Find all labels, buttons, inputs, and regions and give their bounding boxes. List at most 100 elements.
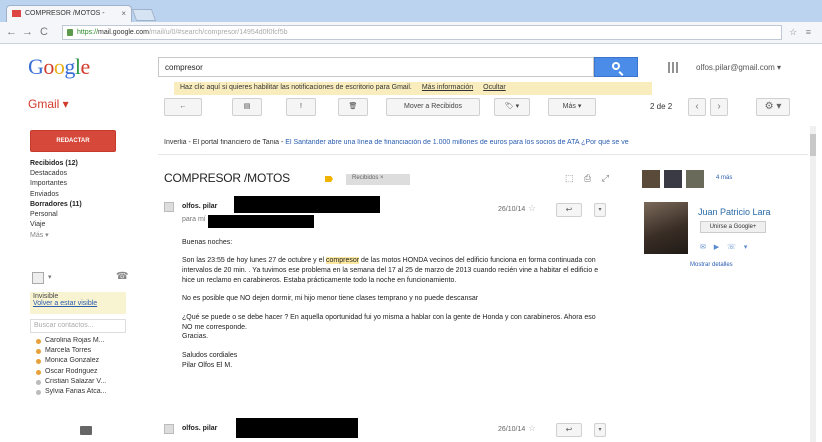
ad-line[interactable]: Inverlia - El portal financiero de Tania…	[164, 139, 806, 146]
chat-contact[interactable]: Cristian Salazar V...	[36, 378, 140, 388]
notify-hide-link[interactable]: Ocultar	[483, 84, 506, 91]
redaction-bar	[208, 215, 314, 228]
nav-drafts[interactable]: Borradores (11)	[30, 201, 140, 211]
account-menu[interactable]: olfos.pilar@gmail.com ▾	[696, 63, 781, 72]
nav-more[interactable]: Más ▾	[30, 231, 140, 241]
thread-subject: COMPRESOR /MOTOS	[164, 171, 290, 185]
status-dot-icon	[36, 369, 41, 375]
contact-name: Cristian Salazar V...	[45, 377, 107, 385]
compose-button[interactable]: REDACTAR	[30, 130, 116, 152]
address-bar[interactable]: https://mail.google.com/mail/u/0/#search…	[62, 25, 782, 40]
reload-icon[interactable]: C	[40, 26, 48, 38]
delete-button[interactable]: 🗑	[338, 98, 368, 116]
body-paragraph: ¿Qué se puede o se debe hacer ? En aquel…	[182, 313, 606, 342]
labels-button[interactable]: 🏷 ▾	[494, 98, 530, 116]
scrollbar[interactable]	[810, 126, 816, 442]
notify-more-link[interactable]: Más información	[422, 84, 473, 91]
body-paragraph: Buenas noches:	[182, 238, 606, 248]
show-details-link[interactable]: Mostrar detalles	[690, 262, 733, 268]
chat-avatar[interactable]	[32, 272, 44, 284]
contact-name: Marcela Torres	[45, 347, 92, 355]
chat-controls: ▾ ☎	[30, 268, 134, 288]
contact-name[interactable]: Juan Patricio Lara	[698, 207, 771, 217]
settings-button[interactable]: ⚙ ▾	[756, 98, 790, 116]
body-text: Buenas noches:	[182, 239, 233, 246]
body-text: Gracias.	[182, 333, 209, 341]
gmail-favicon-icon	[12, 10, 21, 17]
message-more-button[interactable]: ▾	[594, 203, 606, 217]
participants-avatars	[642, 170, 708, 190]
contact-name: Monica Gonzalez	[45, 357, 100, 365]
tab-close-icon[interactable]: ×	[121, 9, 126, 18]
inbox-label-chip[interactable]: Recibidos ×	[346, 174, 410, 185]
message-date: 26/10/14	[498, 426, 526, 433]
chat-bubble-icon[interactable]	[80, 426, 92, 435]
body-text: Son las 23:55 de hoy lunes 27 de octubre…	[182, 257, 326, 265]
back-arrow-icon[interactable]: ←	[6, 26, 17, 38]
url-scheme: https://	[77, 29, 99, 36]
important-marker-icon[interactable]	[325, 176, 333, 182]
redaction-bar	[234, 196, 380, 213]
contact-search-input[interactable]: Buscar contactos...	[30, 319, 126, 333]
search-button[interactable]	[594, 57, 638, 77]
apps-grid-icon[interactable]	[668, 62, 679, 73]
star-icon[interactable]: ☆	[528, 203, 536, 214]
newer-button[interactable]: ‹	[688, 98, 706, 116]
gmail-menu[interactable]: Gmail ▾	[28, 97, 69, 111]
nav-starred[interactable]: Destacados	[30, 170, 140, 180]
browser-tab[interactable]: COMPRESOR /MOTOS - ×	[6, 5, 132, 22]
google-logo[interactable]: Google	[28, 54, 90, 80]
ad-source: Inverlia - El portal financiero de Tania…	[164, 139, 284, 146]
message-sender[interactable]: olfos. pilar	[182, 203, 217, 210]
thread-actions-icons[interactable]: ⬚ ⎙ ⤢	[565, 173, 613, 184]
more-actions-button[interactable]: Más ▾	[548, 98, 596, 116]
invisible-label: Invisible	[33, 293, 59, 300]
report-spam-button[interactable]: !	[286, 98, 316, 116]
ad-text[interactable]: El Santander abre una línea de financiac…	[285, 139, 579, 146]
message-date: 26/10/14	[498, 206, 526, 213]
lock-icon	[67, 29, 73, 36]
back-to-results-button[interactable]: ←	[164, 98, 202, 116]
nav-important[interactable]: Importantes	[30, 180, 140, 190]
more-participants-link[interactable]: 4 más	[716, 175, 732, 181]
reply-button[interactable]: ↩	[556, 203, 582, 217]
message-more-button[interactable]: ▾	[594, 423, 606, 437]
participant-avatar[interactable]	[686, 170, 704, 188]
join-google-plus-button[interactable]: Unirse a Google+	[700, 221, 766, 233]
chat-contact[interactable]: Carolina Rojas M...	[36, 337, 140, 347]
participant-avatar[interactable]	[664, 170, 682, 188]
older-button[interactable]: ›	[710, 98, 728, 116]
notify-text[interactable]: Haz clic aquí si quieres habilitar las n…	[180, 84, 412, 91]
ad-why-link[interactable]: ¿Por qué se ve	[581, 139, 628, 146]
reply-button[interactable]: ↩	[556, 423, 582, 437]
chat-contact-list: Carolina Rojas M... Marcela Torres Monic…	[36, 337, 140, 398]
contact-action-icons[interactable]: ✉ ▶ ☏ ▾	[700, 243, 750, 251]
search-input[interactable]: compresor	[158, 57, 594, 77]
chat-contact[interactable]: Oscar Rodriguez	[36, 368, 140, 378]
move-to-inbox-button[interactable]: Mover a Recibidos	[386, 98, 480, 116]
scrollbar-thumb[interactable]	[810, 134, 816, 156]
chat-status-dropdown[interactable]: ▾	[48, 273, 52, 281]
star-menu-icons[interactable]: ☆ ≡	[789, 27, 814, 38]
new-tab-button[interactable]	[131, 9, 157, 21]
nav-personal[interactable]: Personal	[30, 211, 140, 221]
chat-contact[interactable]: Marcela Torres	[36, 347, 140, 357]
phone-icon[interactable]: ☎	[116, 271, 128, 282]
message-sender[interactable]: olfos. pilar	[182, 425, 217, 432]
chat-contact[interactable]: Sylvia Farias Atca...	[36, 388, 140, 398]
participant-avatar[interactable]	[642, 170, 660, 188]
message-recipient[interactable]: para mí	[182, 216, 206, 223]
chat-contact[interactable]: Monica Gonzalez	[36, 357, 140, 367]
nav-inbox[interactable]: Recibidos (12)	[30, 160, 140, 170]
go-visible-link[interactable]: Volver a estar visible	[33, 300, 126, 307]
contact-photo	[644, 202, 688, 254]
status-dot-icon	[36, 379, 41, 385]
forward-arrow-icon[interactable]: →	[22, 26, 33, 38]
nav-travel[interactable]: Viaje	[30, 221, 140, 231]
star-icon[interactable]: ☆	[528, 423, 536, 434]
nav-sent[interactable]: Enviados	[30, 191, 140, 201]
body-paragraph: Son las 23:55 de hoy lunes 27 de octubre…	[182, 256, 606, 285]
contact-name: Sylvia Farias Atca...	[45, 387, 107, 395]
archive-button[interactable]: ▤	[232, 98, 262, 116]
search-icon	[612, 62, 620, 70]
